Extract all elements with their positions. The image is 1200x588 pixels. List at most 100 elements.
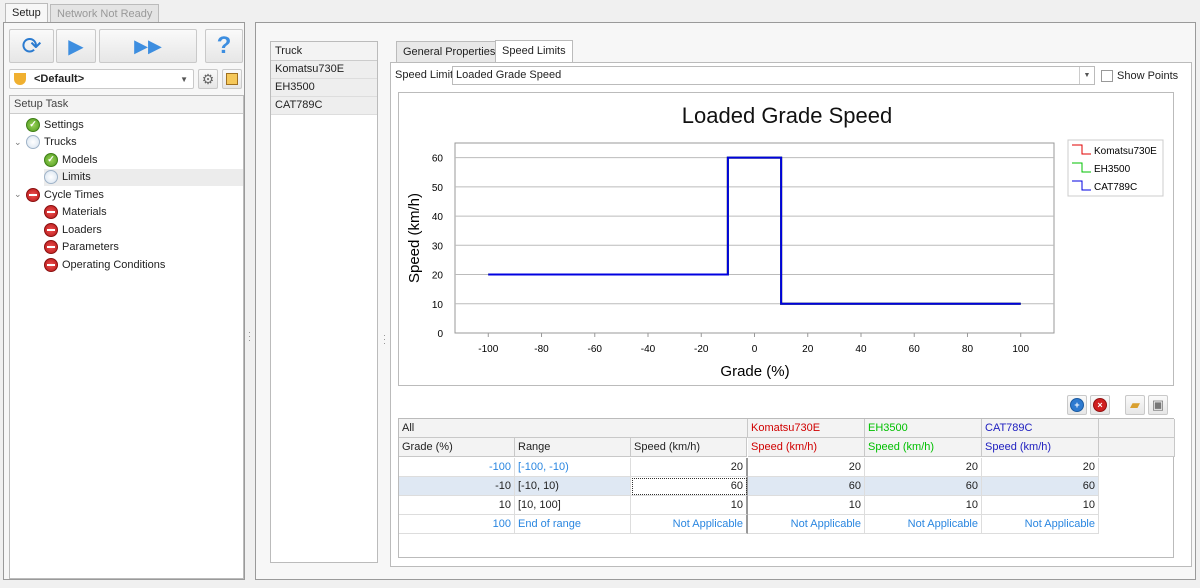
grade-cell[interactable]: 10 (399, 496, 515, 515)
add-button[interactable]: + (1067, 395, 1087, 415)
splitter-handle[interactable]: · · · (248, 328, 251, 345)
x-icon: × (1093, 398, 1107, 412)
tree-item[interactable]: Limits (44, 168, 243, 186)
tree-item[interactable]: Materials (44, 204, 243, 221)
error-icon (44, 257, 58, 272)
save-button[interactable]: ▣ (1148, 395, 1168, 415)
grade-cell[interactable]: 100 (399, 515, 515, 534)
error-icon (44, 222, 58, 237)
save-icon: ▣ (1151, 397, 1165, 412)
speed-cell[interactable]: 10 (631, 496, 748, 515)
grade-cell[interactable]: -10 (399, 477, 515, 496)
truck-speed-cell[interactable]: 60 (865, 477, 982, 496)
column-header: Speed (km/h) (982, 438, 1099, 457)
tree-item-label: Operating Conditions (62, 258, 166, 271)
speed-cell[interactable]: 60 (631, 477, 748, 496)
group-header-truck: CAT789C (982, 419, 1099, 438)
y-tick-label: 0 (437, 329, 443, 340)
header-filler (1099, 419, 1175, 438)
x-tick-label: 60 (909, 344, 921, 355)
x-tick-label: -40 (641, 344, 656, 355)
gear-icon: ⚙ (201, 70, 215, 87)
range-cell[interactable]: [-10, 10) (515, 477, 631, 496)
truck-speed-cell[interactable]: 20 (982, 458, 1099, 477)
speed-limit-select[interactable]: Loaded Grade Speed ▼ (452, 66, 1095, 85)
tree-item-label: Trucks (44, 136, 77, 148)
tab-network[interactable]: Network Not Ready (50, 4, 160, 22)
truck-speed-cell[interactable]: 10 (748, 496, 865, 515)
tree-item-label: Loaders (62, 223, 102, 236)
chevron-down-icon[interactable]: ⌄ (14, 137, 22, 148)
tree-item-label: Parameters (62, 241, 119, 253)
grade-cell[interactable]: -100 (399, 458, 515, 477)
mask-icon (14, 73, 26, 85)
open-button[interactable]: ▰ (1125, 395, 1145, 415)
setup-task-tree: Setup Task ✓ Settings ⌄ Trucks ✓ Models Limits… (9, 95, 244, 579)
y-tick-label: 60 (432, 154, 444, 165)
truck-list-item[interactable]: CAT789C (271, 97, 377, 115)
series-line (488, 156, 1021, 305)
column-header: Speed (km/h) (865, 438, 982, 457)
truck-speed-cell[interactable]: Not Applicable (865, 515, 982, 534)
truck-list-item[interactable]: Komatsu730E (271, 61, 377, 79)
x-tick-label: -20 (694, 344, 709, 355)
refresh-button[interactable]: ⟳ (9, 29, 54, 63)
column-header: Grade (%) (399, 438, 515, 457)
truck-list: Truck Komatsu730E EH3500 CAT789C (270, 41, 378, 563)
truck-speed-cell[interactable]: 20 (865, 458, 982, 477)
delete-button[interactable]: × (1090, 395, 1110, 415)
range-cell[interactable]: [-100, -10) (515, 458, 631, 477)
tree-item[interactable]: ⌄ Cycle Times (14, 186, 243, 203)
notes-button[interactable] (222, 69, 242, 89)
y-tick-label: 50 (432, 183, 444, 194)
speed-cell[interactable]: Not Applicable (631, 515, 748, 534)
truck-speed-cell[interactable]: 10 (865, 496, 982, 515)
range-cell[interactable]: End of range (515, 515, 631, 534)
y-tick-label: 40 (432, 212, 444, 223)
run-button[interactable]: ▶ (56, 29, 96, 63)
fast-forward-icon: ▶▶ (134, 35, 162, 56)
show-points-checkbox[interactable] (1101, 70, 1113, 82)
tree-item[interactable]: ✓ Settings (26, 116, 243, 133)
tree-item[interactable]: ⌄ Trucks (14, 134, 243, 151)
truck-speed-cell[interactable]: 60 (982, 477, 1099, 496)
run-all-button[interactable]: ▶▶ (99, 29, 197, 63)
chevron-down-icon[interactable]: ⌄ (14, 189, 22, 200)
truck-speed-cell[interactable]: Not Applicable (748, 515, 865, 534)
splitter-handle[interactable]: · · · (383, 331, 386, 348)
chevron-down-icon: ▼ (1079, 67, 1094, 84)
truck-list-item[interactable]: EH3500 (271, 79, 377, 97)
series-line (488, 156, 1021, 305)
plus-icon: + (1070, 398, 1084, 412)
error-icon (44, 205, 58, 219)
profile-dropdown[interactable]: <Default> ▼ (9, 69, 194, 89)
x-tick-label: 0 (752, 344, 758, 355)
truck-speed-cell[interactable]: Not Applicable (982, 515, 1099, 534)
tree-item[interactable]: Loaders (44, 221, 243, 238)
settings-button[interactable]: ⚙ (198, 69, 218, 89)
truck-speed-cell[interactable]: 60 (748, 477, 865, 496)
tab-general-properties[interactable]: General Properties (396, 41, 503, 63)
range-cell[interactable]: [10, 100] (515, 496, 631, 515)
speed-cell[interactable]: 20 (631, 458, 748, 477)
note-icon (226, 73, 238, 85)
tree-item-label: Models (62, 153, 98, 166)
group-header-truck: EH3500 (865, 419, 982, 438)
truck-speed-cell[interactable]: 10 (982, 496, 1099, 515)
tree-item[interactable]: Parameters (44, 239, 243, 256)
play-icon: ▶ (68, 35, 84, 58)
tab-setup[interactable]: Setup (5, 3, 48, 22)
tree-item[interactable]: ✓ Models (44, 151, 243, 168)
group-header-truck: Komatsu730E (748, 419, 865, 438)
profile-value: <Default> (34, 73, 85, 85)
tree-item[interactable]: Operating Conditions (44, 256, 243, 273)
error-icon (44, 240, 58, 254)
column-header: Speed (km/h) (748, 438, 865, 457)
speed-limit-label: Speed Limit (395, 69, 454, 81)
tab-speed-limits[interactable]: Speed Limits (495, 40, 573, 63)
help-button[interactable]: ? (205, 29, 243, 63)
speed-limit-value: Loaded Grade Speed (456, 69, 562, 81)
column-header: Speed (km/h) (631, 438, 747, 457)
truck-speed-cell[interactable]: 20 (748, 458, 865, 477)
check-icon: ✓ (44, 152, 58, 167)
